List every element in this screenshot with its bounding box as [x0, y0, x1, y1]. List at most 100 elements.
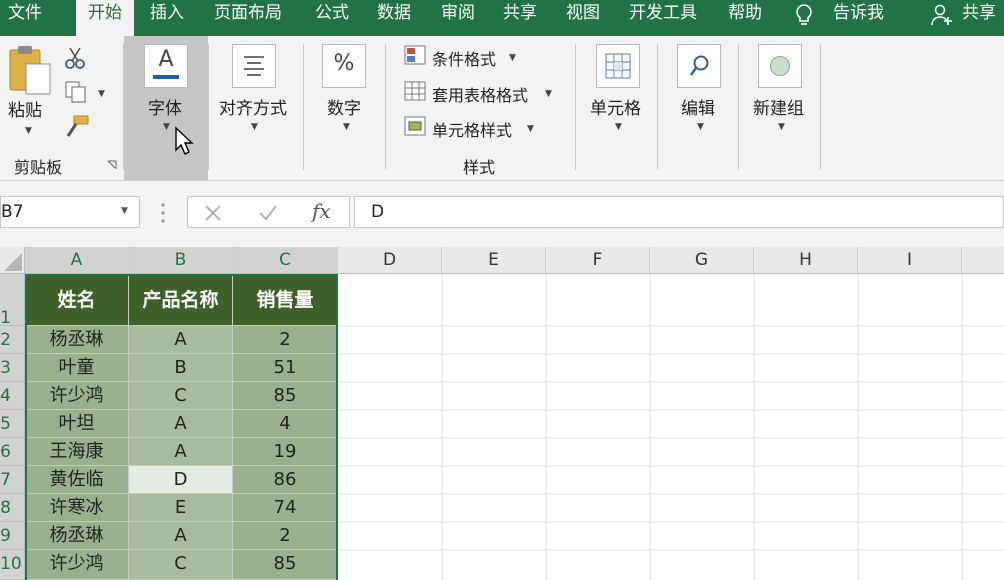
row-header-6[interactable]: 6 [0, 438, 25, 466]
more-options-icon[interactable] [160, 201, 166, 225]
lightbulb-icon[interactable] [793, 2, 815, 28]
insert-function-button[interactable]: fx [312, 199, 331, 223]
table-header-cell[interactable]: 产品名称 [129, 274, 233, 326]
format-painter-icon[interactable] [64, 114, 90, 138]
tab-file[interactable]: 文件 [8, 0, 42, 36]
enter-check-icon[interactable] [258, 204, 278, 222]
table-format-button[interactable]: 套用表格格式 [432, 82, 528, 106]
tab-insert[interactable]: 插入 [150, 0, 184, 36]
table-format-icon[interactable] [404, 81, 428, 103]
cells-dropdown-icon[interactable]: ▼ [615, 122, 622, 132]
row-header-2[interactable]: 2 [0, 326, 25, 354]
cell-style-dropdown-icon[interactable]: ▼ [527, 124, 534, 134]
table-cell[interactable]: 许寒冰 [25, 494, 129, 522]
tab-formulas[interactable]: 公式 [315, 0, 349, 36]
formula-input[interactable]: D [354, 196, 1004, 228]
cell-style-icon[interactable] [404, 116, 428, 138]
table-cell[interactable]: A [129, 326, 233, 354]
tab-view[interactable]: 视图 [566, 0, 600, 36]
column-header-c[interactable]: C [233, 247, 338, 274]
row-header-3[interactable]: 3 [0, 354, 25, 382]
font-group[interactable]: A 字体 ▼ [124, 36, 208, 180]
number-button[interactable]: 数字 [327, 94, 361, 119]
copy-dropdown-icon[interactable]: ▼ [98, 89, 105, 99]
select-all-corner[interactable] [0, 247, 25, 274]
tab-page-layout[interactable]: 页面布局 [214, 0, 282, 36]
new-group-button[interactable]: 新建组 [753, 94, 804, 119]
name-box-dropdown-icon[interactable]: ▼ [121, 206, 128, 216]
paste-icon[interactable] [8, 44, 54, 96]
alignment-dropdown-icon[interactable]: ▼ [251, 122, 258, 132]
tab-home[interactable]: 开始 [76, 0, 134, 36]
paste-dropdown-icon[interactable]: ▼ [25, 126, 32, 136]
row-header-9[interactable]: 9 [0, 522, 25, 550]
editing-dropdown-icon[interactable]: ▼ [697, 122, 704, 132]
person-add-icon[interactable] [930, 3, 954, 27]
table-cell[interactable]: 王海康 [25, 438, 129, 466]
tab-data[interactable]: 数据 [377, 0, 411, 36]
table-cell[interactable]: E [129, 494, 233, 522]
editing-button[interactable]: 编辑 [681, 94, 715, 119]
tab-share[interactable]: 共享 [503, 0, 537, 36]
cell-style-button[interactable]: 单元格样式 [432, 117, 512, 141]
paste-button[interactable]: 粘贴 [8, 96, 42, 121]
active-cell[interactable]: D [129, 466, 233, 494]
table-header-cell[interactable]: 姓名 [25, 274, 129, 326]
table-cell[interactable]: C [129, 550, 233, 580]
table-cell[interactable]: 4 [233, 410, 338, 438]
new-group-dropdown-icon[interactable]: ▼ [778, 122, 785, 132]
row-header-8[interactable]: 8 [0, 494, 25, 522]
conditional-format-button[interactable]: 条件格式 [432, 46, 496, 70]
table-cell[interactable]: 许少鸿 [25, 382, 129, 410]
tab-review[interactable]: 审阅 [441, 0, 475, 36]
table-cell[interactable]: 叶童 [25, 354, 129, 382]
column-header-next[interactable] [962, 247, 1004, 274]
table-format-dropdown-icon[interactable]: ▼ [545, 89, 552, 99]
table-cell[interactable]: 86 [233, 466, 338, 494]
table-cell[interactable]: 杨丞琳 [25, 326, 129, 354]
column-header-g[interactable]: G [650, 247, 754, 274]
table-cell[interactable]: 85 [233, 550, 338, 580]
table-cell[interactable]: 许少鸿 [25, 550, 129, 580]
font-button[interactable]: 字体 [148, 94, 182, 119]
column-header-d[interactable]: D [338, 247, 442, 274]
number-dropdown-icon[interactable]: ▼ [343, 122, 350, 132]
table-header-cell[interactable]: 销售量 [233, 274, 338, 326]
scissors-icon[interactable] [64, 46, 86, 70]
table-cell[interactable]: 19 [233, 438, 338, 466]
table-cell[interactable]: C [129, 382, 233, 410]
table-cell[interactable]: 2 [233, 522, 338, 550]
tab-developer[interactable]: 开发工具 [629, 0, 697, 36]
table-cell[interactable]: A [129, 410, 233, 438]
table-cell[interactable]: B [129, 354, 233, 382]
column-header-e[interactable]: E [442, 247, 546, 274]
table-cell[interactable]: 杨丞琳 [25, 522, 129, 550]
table-cell[interactable]: A [129, 522, 233, 550]
conditional-format-icon[interactable] [404, 45, 428, 67]
table-cell[interactable]: A [129, 438, 233, 466]
conditional-format-dropdown-icon[interactable]: ▼ [509, 53, 516, 63]
copy-icon[interactable] [64, 80, 88, 104]
column-header-f[interactable]: F [546, 247, 650, 274]
table-cell[interactable]: 2 [233, 326, 338, 354]
tab-help[interactable]: 帮助 [728, 0, 762, 36]
share-button[interactable]: 共享 [962, 0, 996, 36]
empty-cells-area[interactable] [338, 274, 1004, 580]
cells-button[interactable]: 单元格 [590, 94, 641, 119]
font-dropdown-icon[interactable]: ▼ [163, 122, 170, 132]
dialog-launcher-icon[interactable] [107, 160, 117, 170]
name-box[interactable]: B7 [0, 196, 140, 228]
table-cell[interactable]: 85 [233, 382, 338, 410]
alignment-button[interactable]: 对齐方式 [219, 94, 287, 119]
table-cell[interactable]: 51 [233, 354, 338, 382]
row-header-10[interactable]: 10 [0, 550, 25, 580]
column-header-a[interactable]: A [25, 247, 129, 274]
table-cell[interactable]: 黄佐临 [25, 466, 129, 494]
cancel-icon[interactable] [204, 204, 222, 222]
table-cell[interactable]: 74 [233, 494, 338, 522]
row-header-4[interactable]: 4 [0, 382, 25, 410]
row-header-1[interactable]: 1 [0, 274, 25, 328]
column-header-i[interactable]: I [858, 247, 962, 274]
row-header-5[interactable]: 5 [0, 410, 25, 438]
tell-me-search[interactable]: 告诉我 [833, 0, 884, 36]
